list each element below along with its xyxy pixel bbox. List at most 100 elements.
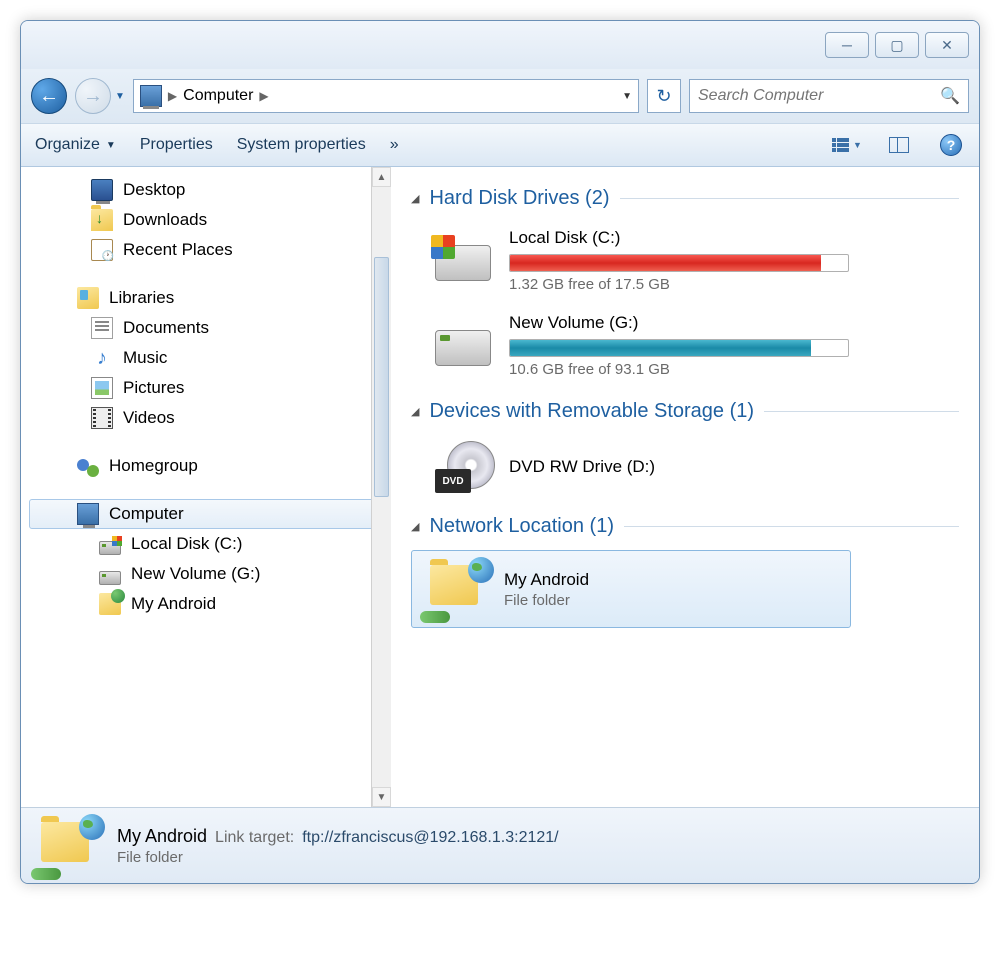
pane-icon (889, 137, 909, 153)
drive-capacity-text: 1.32 GB free of 17.5 GB (509, 276, 949, 293)
scroll-down-icon[interactable]: ▼ (372, 787, 391, 807)
sidebar-item-libraries[interactable]: Libraries (21, 283, 391, 313)
minimize-button[interactable]: ─ (825, 32, 869, 58)
sidebar-item-label: Computer (109, 504, 184, 524)
pictures-icon (91, 377, 113, 399)
chevron-down-icon: ▼ (106, 140, 116, 151)
sidebar-item-documents[interactable]: Documents (21, 313, 391, 343)
sidebar-item-music[interactable]: ♪ Music (21, 343, 391, 373)
scroll-thumb[interactable] (374, 257, 389, 497)
address-dropdown-icon[interactable]: ▼ (622, 91, 632, 102)
sidebar-item-label: Recent Places (123, 240, 233, 260)
sidebar-item-label: Music (123, 348, 167, 368)
help-icon: ? (940, 134, 962, 156)
homegroup-icon (77, 455, 99, 477)
collapse-icon[interactable]: ◢ (411, 520, 419, 533)
drive-name: New Volume (G:) (509, 313, 949, 333)
collapse-icon[interactable]: ◢ (411, 405, 419, 418)
maximize-button[interactable]: ▢ (875, 32, 919, 58)
dvd-drive-icon: DVD (435, 441, 495, 493)
status-item-name: My Android (117, 826, 207, 847)
network-item-my-android[interactable]: My Android File folder (411, 550, 851, 628)
music-icon: ♪ (91, 347, 113, 369)
system-properties-button[interactable]: System properties (237, 136, 366, 154)
scroll-up-icon[interactable]: ▲ (372, 167, 391, 187)
capacity-bar (509, 339, 849, 357)
breadcrumb-location[interactable]: Computer (183, 87, 253, 105)
file-view: ◢ Hard Disk Drives (2) Local Disk (C:) 1… (391, 167, 979, 807)
sidebar-item-local-disk-c[interactable]: Local Disk (C:) (21, 529, 391, 559)
search-icon[interactable]: 🔍 (940, 86, 960, 106)
capacity-fill (510, 255, 821, 271)
address-bar[interactable]: ▶ Computer ▶ ▼ (133, 79, 639, 113)
sidebar-item-videos[interactable]: Videos (21, 403, 391, 433)
sidebar-item-my-android[interactable]: My Android (21, 589, 391, 619)
titlebar: ─ ▢ ✕ (21, 21, 979, 69)
hard-drive-icon (435, 320, 495, 372)
status-item-type: File folder (117, 849, 559, 866)
network-folder-icon (99, 593, 121, 615)
help-button[interactable]: ? (937, 131, 965, 159)
sidebar-item-label: Downloads (123, 210, 207, 230)
content-area: Desktop Downloads Recent Places Librarie… (21, 167, 979, 807)
sidebar-item-desktop[interactable]: Desktop (21, 175, 391, 205)
nav-history-dropdown[interactable]: ▼ (115, 91, 125, 102)
disk-icon (99, 571, 121, 585)
group-header-network[interactable]: ◢ Network Location (1) (411, 515, 959, 538)
sidebar-item-homegroup[interactable]: Homegroup (21, 451, 391, 481)
search-input[interactable] (698, 87, 940, 105)
computer-icon (140, 85, 162, 107)
drive-item-local-disk-c[interactable]: Local Disk (C:) 1.32 GB free of 17.5 GB (411, 222, 959, 307)
downloads-icon (91, 209, 113, 231)
group-title: Hard Disk Drives (2) (429, 187, 609, 210)
status-link-value: ftp://zfranciscus@192.168.1.3:2121/ (302, 829, 558, 847)
group-header-removable[interactable]: ◢ Devices with Removable Storage (1) (411, 400, 959, 423)
drive-item-new-volume-g[interactable]: New Volume (G:) 10.6 GB free of 93.1 GB (411, 307, 959, 392)
drive-item-dvd[interactable]: DVD DVD RW Drive (D:) (411, 435, 959, 507)
sidebar-item-recent[interactable]: Recent Places (21, 235, 391, 265)
sidebar-item-downloads[interactable]: Downloads (21, 205, 391, 235)
drive-capacity-text: 10.6 GB free of 93.1 GB (509, 361, 949, 378)
collapse-icon[interactable]: ◢ (411, 192, 419, 205)
group-title: Network Location (1) (429, 515, 614, 538)
group-title: Devices with Removable Storage (1) (429, 400, 754, 423)
capacity-fill (510, 340, 811, 356)
device-name: DVD RW Drive (D:) (509, 457, 655, 477)
drive-name: Local Disk (C:) (509, 228, 949, 248)
breadcrumb-separator-icon[interactable]: ▶ (259, 89, 268, 103)
sidebar-item-label: New Volume (G:) (131, 564, 260, 584)
network-item-name: My Android (504, 570, 589, 590)
properties-button[interactable]: Properties (140, 136, 213, 154)
sidebar-item-label: Pictures (123, 378, 184, 398)
sidebar-item-label: Desktop (123, 180, 185, 200)
hard-drive-icon (435, 235, 495, 287)
refresh-button[interactable]: ↻ (647, 79, 681, 113)
desktop-icon (91, 179, 113, 201)
sidebar-item-computer[interactable]: Computer (29, 499, 383, 529)
organize-menu[interactable]: Organize▼ (35, 136, 116, 154)
back-button[interactable]: ← (31, 78, 67, 114)
search-box[interactable]: 🔍 (689, 79, 969, 113)
close-button[interactable]: ✕ (925, 32, 969, 58)
navigation-pane: Desktop Downloads Recent Places Librarie… (21, 167, 391, 807)
toolbar: Organize▼ Properties System properties »… (21, 123, 979, 167)
sidebar-item-label: My Android (131, 594, 216, 614)
status-link-label: Link target: (215, 829, 294, 847)
breadcrumb-separator-icon: ▶ (168, 89, 177, 103)
documents-icon (91, 317, 113, 339)
preview-pane-button[interactable] (885, 131, 913, 159)
view-options-button[interactable]: ▼ (833, 131, 861, 159)
sidebar-item-label: Videos (123, 408, 175, 428)
capacity-bar (509, 254, 849, 272)
sidebar-item-new-volume-g[interactable]: New Volume (G:) (21, 559, 391, 589)
group-header-hdd[interactable]: ◢ Hard Disk Drives (2) (411, 187, 959, 210)
forward-button[interactable]: → (75, 78, 111, 114)
network-folder-icon (37, 818, 101, 874)
divider (620, 198, 960, 199)
sidebar-scrollbar[interactable]: ▲ ▼ (371, 167, 391, 807)
toolbar-overflow[interactable]: » (390, 136, 399, 154)
computer-icon (77, 503, 99, 525)
sidebar-item-pictures[interactable]: Pictures (21, 373, 391, 403)
disk-icon (99, 541, 121, 555)
divider (764, 411, 959, 412)
